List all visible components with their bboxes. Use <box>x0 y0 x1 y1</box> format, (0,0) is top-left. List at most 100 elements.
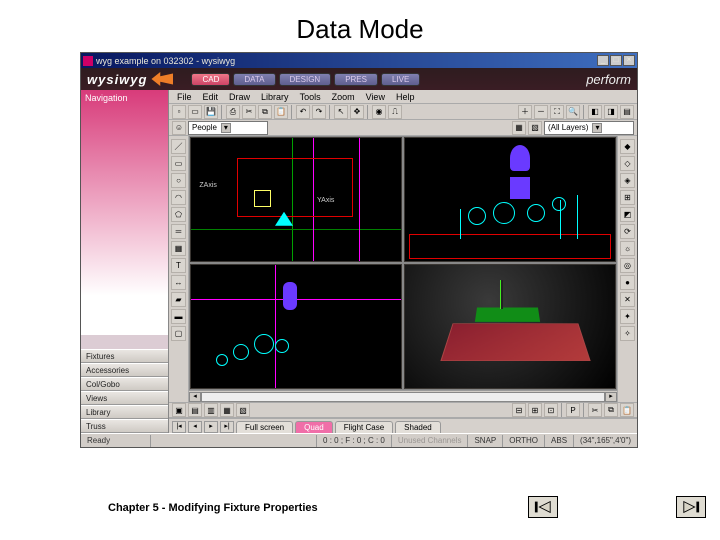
bt-e-icon[interactable]: ▧ <box>236 403 250 417</box>
tool-layer-b-icon[interactable]: ▧ <box>528 121 542 135</box>
draw-poly-icon[interactable]: ⬠ <box>171 207 186 222</box>
mode-tab-design[interactable]: DESIGN <box>279 73 332 86</box>
tool-open-icon[interactable]: ▭ <box>188 105 202 119</box>
status-unused-channels[interactable]: Unused Channels <box>392 435 469 447</box>
titlebar[interactable]: wyg example on 032302 - wysiwyg _ □ × <box>81 53 637 68</box>
draw-riser-icon[interactable]: ▬ <box>171 309 186 324</box>
bt-l3-icon[interactable]: ⊡ <box>544 403 558 417</box>
scroll-left-icon[interactable]: ◂ <box>189 392 201 402</box>
bt-cut2-icon[interactable]: ✂ <box>588 403 602 417</box>
nav-item-colgobo[interactable]: Col/Gobo <box>81 377 168 391</box>
bt-d-icon[interactable]: ▦ <box>220 403 234 417</box>
draw-rect-icon[interactable]: ▭ <box>171 156 186 171</box>
tool-zoomout-icon[interactable]: － <box>534 105 548 119</box>
viewtab-last-icon[interactable]: ▸| <box>220 421 234 433</box>
tool-cut-icon[interactable]: ✂ <box>242 105 256 119</box>
status-abs[interactable]: ABS <box>545 435 574 447</box>
maximize-button[interactable]: □ <box>610 55 622 66</box>
rtool-b-icon[interactable]: ◇ <box>620 156 635 171</box>
viewport-bottom-left[interactable] <box>190 264 402 389</box>
nav-item-fixtures[interactable]: Fixtures <box>81 349 168 363</box>
tool-select-icon[interactable]: ↖ <box>334 105 348 119</box>
viewport-top-right[interactable] <box>404 137 616 262</box>
nav-item-library[interactable]: Library <box>81 405 168 419</box>
draw-line-icon[interactable]: ／ <box>171 139 186 154</box>
close-button[interactable]: × <box>623 55 635 66</box>
bt-copy2-icon[interactable]: ⧉ <box>604 403 618 417</box>
draw-circle-icon[interactable]: ○ <box>171 173 186 188</box>
viewtab-shaded[interactable]: Shaded <box>395 421 441 433</box>
draw-surface-icon[interactable]: ▰ <box>171 292 186 307</box>
viewtab-quad[interactable]: Quad <box>295 421 333 433</box>
nav-item-accessories[interactable]: Accessories <box>81 363 168 377</box>
viewport-top-left[interactable]: ZAxis YAxis <box>190 137 402 262</box>
menu-help[interactable]: Help <box>392 92 419 102</box>
tool-zoomfit-icon[interactable]: ⛶ <box>550 105 564 119</box>
viewtab-flightcase[interactable]: Flight Case <box>335 421 393 433</box>
rtool-persp-icon[interactable]: ◩ <box>620 207 635 222</box>
menu-tools[interactable]: Tools <box>296 92 325 102</box>
bt-c-icon[interactable]: ▥ <box>204 403 218 417</box>
mode-tab-live[interactable]: LIVE <box>381 73 420 86</box>
draw-screen-icon[interactable]: ▢ <box>171 326 186 341</box>
draw-text-icon[interactable]: T <box>171 258 186 273</box>
rtool-y-icon[interactable]: ✦ <box>620 309 635 324</box>
menu-library[interactable]: Library <box>257 92 293 102</box>
bt-b-icon[interactable]: ▤ <box>188 403 202 417</box>
status-snap[interactable]: SNAP <box>468 435 503 447</box>
minimize-button[interactable]: _ <box>597 55 609 66</box>
tool-paste-icon[interactable]: 📋 <box>274 105 288 119</box>
bt-p-icon[interactable]: P <box>566 403 580 417</box>
rtool-orbit-icon[interactable]: ⟳ <box>620 224 635 239</box>
nav-item-views[interactable]: Views <box>81 391 168 405</box>
tool-copy-icon[interactable]: ⧉ <box>258 105 272 119</box>
nav-item-truss[interactable]: Truss <box>81 419 168 433</box>
tool-hang-icon[interactable]: ⎍ <box>388 105 402 119</box>
rtool-cam-icon[interactable]: ◎ <box>620 258 635 273</box>
category-dropdown[interactable]: People ▾ <box>188 121 268 135</box>
tool-misc-b-icon[interactable]: ◨ <box>604 105 618 119</box>
draw-pipe-icon[interactable]: ═ <box>171 224 186 239</box>
rtool-rec-icon[interactable]: ● <box>620 275 635 290</box>
rtool-ortho-icon[interactable]: ⊞ <box>620 190 635 205</box>
menu-view[interactable]: View <box>362 92 389 102</box>
rtool-a-icon[interactable]: ◆ <box>620 139 635 154</box>
rtool-x-icon[interactable]: ✕ <box>620 292 635 307</box>
mode-tab-pres[interactable]: PRES <box>334 73 378 86</box>
horizontal-scrollbar[interactable]: ◂ ▸ <box>189 390 617 402</box>
slide-prev-button[interactable] <box>528 496 558 518</box>
tool-zoomwin-icon[interactable]: 🔍 <box>566 105 580 119</box>
menu-zoom[interactable]: Zoom <box>328 92 359 102</box>
viewtab-prev-icon[interactable]: ◂ <box>188 421 202 433</box>
bt-l2-icon[interactable]: ⊞ <box>528 403 542 417</box>
bt-l1-icon[interactable]: ⊟ <box>512 403 526 417</box>
slide-next-button[interactable] <box>676 496 706 518</box>
viewtab-next-icon[interactable]: ▸ <box>204 421 218 433</box>
tool-save-icon[interactable]: 💾 <box>204 105 218 119</box>
rtool-c-icon[interactable]: ◈ <box>620 173 635 188</box>
tool-layer-a-icon[interactable]: ▦ <box>512 121 526 135</box>
menu-file[interactable]: File <box>173 92 196 102</box>
mode-tab-data[interactable]: DATA <box>233 73 275 86</box>
rtool-light-icon[interactable]: ☼ <box>620 241 635 256</box>
tool-undo-icon[interactable]: ↶ <box>296 105 310 119</box>
viewtab-fullscreen[interactable]: Full screen <box>236 421 293 433</box>
tool-misc-c-icon[interactable]: ▤ <box>620 105 634 119</box>
draw-truss-icon[interactable]: ▦ <box>171 241 186 256</box>
rtool-z-icon[interactable]: ✧ <box>620 326 635 341</box>
tool-redo-icon[interactable]: ↷ <box>312 105 326 119</box>
viewtab-first-icon[interactable]: |◂ <box>172 421 186 433</box>
layers-dropdown[interactable]: (All Layers) ▾ <box>544 121 634 135</box>
menu-edit[interactable]: Edit <box>199 92 223 102</box>
status-ortho[interactable]: ORTHO <box>503 435 545 447</box>
scroll-right-icon[interactable]: ▸ <box>605 392 617 402</box>
tool-print-icon[interactable]: ⎙ <box>226 105 240 119</box>
tool-new-icon[interactable]: ▫ <box>172 105 186 119</box>
menu-draw[interactable]: Draw <box>225 92 254 102</box>
tool-fixture-icon[interactable]: ◉ <box>372 105 386 119</box>
draw-arc-icon[interactable]: ◠ <box>171 190 186 205</box>
bt-a-icon[interactable]: ▣ <box>172 403 186 417</box>
tool-misc-a-icon[interactable]: ◧ <box>588 105 602 119</box>
mode-tab-cad[interactable]: CAD <box>191 73 230 86</box>
bt-paste2-icon[interactable]: 📋 <box>620 403 634 417</box>
